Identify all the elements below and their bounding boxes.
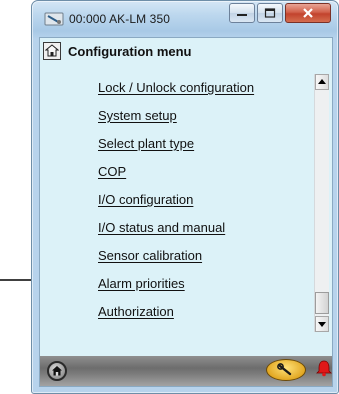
maximize-icon	[264, 8, 276, 18]
configuration-menu-list: Lock / Unlock configuration System setup…	[98, 80, 318, 332]
menu-item-label: System setup	[98, 108, 177, 123]
home-button[interactable]	[47, 361, 67, 381]
menu-item-sensor-calibration[interactable]: Sensor calibration	[98, 248, 318, 276]
menu-item-cop[interactable]: COP	[98, 164, 318, 192]
menu-item-io-status-and-manual[interactable]: I/O status and manual	[98, 220, 318, 248]
vertical-scrollbar[interactable]	[314, 74, 329, 332]
menu-item-lock-unlock-configuration[interactable]: Lock / Unlock configuration	[98, 80, 318, 108]
menu-item-select-plant-type[interactable]: Select plant type	[98, 136, 318, 164]
window-controls	[229, 3, 331, 25]
close-button[interactable]	[285, 3, 331, 23]
scroll-thumb[interactable]	[315, 292, 329, 314]
menu-item-label: Alarm priorities	[98, 276, 185, 291]
arrow-down-icon	[318, 322, 326, 327]
window-title: 00:000 AK-LM 350	[69, 12, 171, 26]
menu-header: Configuration menu	[40, 38, 332, 66]
alarm-bell-icon[interactable]	[315, 359, 333, 377]
menu-item-io-configuration[interactable]: I/O configuration	[98, 192, 318, 220]
menu-home-icon[interactable]	[43, 42, 61, 60]
wrench-icon	[277, 363, 292, 376]
title-bar[interactable]: 00:000 AK-LM 350	[32, 1, 338, 37]
menu-item-label: Authorization	[98, 304, 174, 319]
app-probe-icon	[44, 12, 64, 26]
menu-item-alarm-priorities[interactable]: Alarm priorities	[98, 276, 318, 304]
home-icon	[52, 366, 62, 376]
menu-item-label: Select plant type	[98, 136, 195, 151]
menu-item-label: Sensor calibration	[98, 248, 203, 263]
client-area: Configuration menu Lock / Unlock configu…	[39, 37, 333, 387]
bottom-toolbar	[40, 356, 332, 386]
close-icon	[303, 8, 313, 18]
menu-item-system-setup[interactable]: System setup	[98, 108, 318, 136]
menu-item-authorization[interactable]: Authorization	[98, 304, 318, 332]
minimize-button[interactable]	[229, 3, 255, 23]
minimize-icon	[237, 14, 247, 16]
menu-item-label: I/O configuration	[98, 192, 194, 207]
service-button[interactable]	[266, 359, 306, 381]
scroll-down-button[interactable]	[315, 316, 329, 332]
menu-item-label: I/O status and manual	[98, 220, 226, 235]
menu-item-label: COP	[98, 164, 127, 179]
arrow-up-icon	[318, 79, 326, 84]
maximize-button[interactable]	[257, 3, 283, 23]
app-window: 00:000 AK-LM 350 Configuration menu Lock…	[31, 0, 339, 394]
menu-item-label: Lock / Unlock configuration	[98, 80, 255, 95]
scroll-up-button[interactable]	[315, 74, 329, 90]
menu-title: Configuration menu	[68, 44, 192, 59]
house-icon	[45, 44, 59, 57]
